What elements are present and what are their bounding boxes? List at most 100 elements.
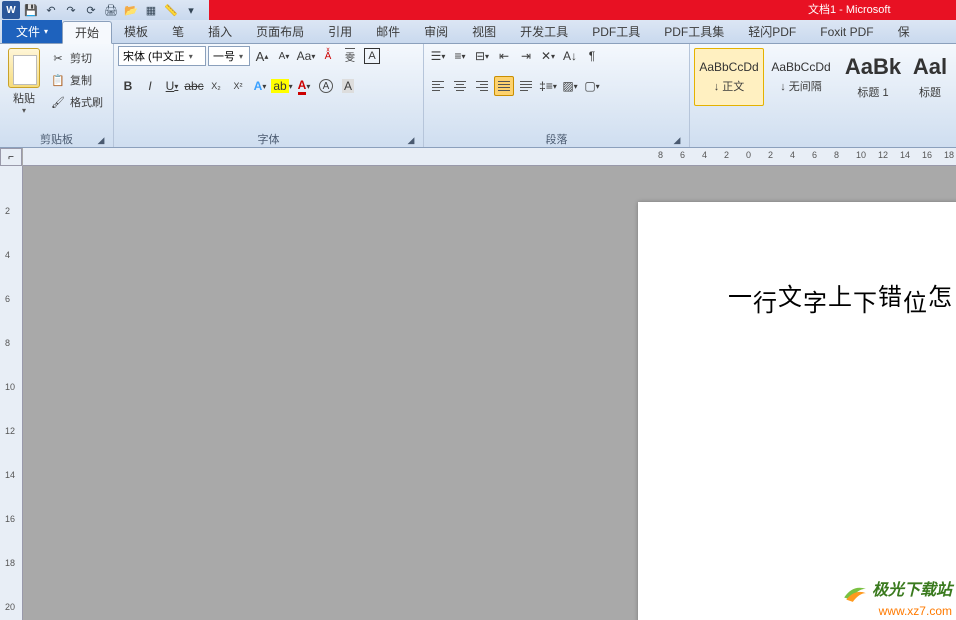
multilevel-list-button[interactable]: ⊟▾ <box>472 46 492 66</box>
undo-icon[interactable]: ↶ <box>42 1 60 19</box>
highlight-button[interactable]: ab▾ <box>272 76 292 96</box>
align-justify-button[interactable] <box>494 76 514 96</box>
save-icon[interactable]: 💾 <box>22 1 40 19</box>
format-painter-icon: 🖌 <box>50 94 66 110</box>
tab-home[interactable]: 开始 <box>62 21 112 44</box>
vertical-ruler[interactable]: 2468101214161820 <box>0 166 23 620</box>
ruler-tick: 16 <box>5 514 15 524</box>
align-left-button[interactable] <box>428 76 448 96</box>
line-spacing-button[interactable]: ‡≡▾ <box>538 76 558 96</box>
tab-pdf-tools[interactable]: PDF工具 <box>580 20 652 43</box>
tab-lightpdf[interactable]: 轻闪PDF <box>736 20 808 43</box>
tab-review[interactable]: 审阅 <box>412 20 460 43</box>
change-case-button[interactable]: Aa▾ <box>296 46 316 66</box>
tab-more[interactable]: 保 <box>886 20 922 43</box>
table-icon[interactable]: ▦ <box>142 1 160 19</box>
cut-button[interactable]: ✂剪切 <box>46 48 107 68</box>
underline-button[interactable]: U▾ <box>162 76 182 96</box>
group-paragraph: ☰▾ ≡▾ ⊟▾ ⇤ ⇥ ✕▾ A↓ ¶ ‡≡▾ ▨▾ <box>424 44 690 147</box>
text-direction-button[interactable]: ✕▾ <box>538 46 558 66</box>
style-name-label: 标题 <box>911 84 949 100</box>
ruler-tick: 12 <box>5 426 15 436</box>
circled-char-button[interactable]: A <box>316 76 336 96</box>
paste-label: 粘贴 <box>13 90 35 106</box>
style-gallery[interactable]: AaBbCcDd ↓ 正文 AaBbCcDd ↓ 无间隔 AaBk 标题 1 A… <box>694 46 950 106</box>
copy-icon: 📋 <box>50 72 66 88</box>
style-no-spacing[interactable]: AaBbCcDd ↓ 无间隔 <box>766 48 836 106</box>
watermark: 极光下载站 www.xz7.com <box>842 576 952 618</box>
style-normal[interactable]: AaBbCcDd ↓ 正文 <box>694 48 764 106</box>
tab-file[interactable]: 文件 <box>2 20 62 43</box>
align-distributed-button[interactable] <box>516 76 536 96</box>
refresh-icon[interactable]: ⟳ <box>82 1 100 19</box>
redo-icon[interactable]: ↷ <box>62 1 80 19</box>
copy-label: 复制 <box>70 72 92 88</box>
tab-insert[interactable]: 插入 <box>196 20 244 43</box>
horizontal-ruler[interactable]: 86420246810121416182022 <box>23 148 956 166</box>
tab-pdf-toolkit[interactable]: PDF工具集 <box>652 20 736 43</box>
watermark-text-2: www.xz7.com <box>842 604 952 618</box>
font-color-button[interactable]: A▾ <box>294 76 314 96</box>
style-heading-1[interactable]: AaBk 标题 1 <box>838 48 908 106</box>
show-marks-button[interactable]: ¶ <box>582 46 602 66</box>
page[interactable]: 一行文字上下错位怎 <box>638 202 956 620</box>
clipboard-dialog-launcher[interactable]: ◢ <box>95 134 107 146</box>
style-title[interactable]: Aal 标题 <box>910 48 950 106</box>
qat-more-icon[interactable]: ▾ <box>182 1 200 19</box>
font-size-combo[interactable]: 一号▾ <box>208 46 250 66</box>
increase-indent-button[interactable]: ⇥ <box>516 46 536 66</box>
sort-button[interactable]: A↓ <box>560 46 580 66</box>
align-center-button[interactable] <box>450 76 470 96</box>
ruler-tick: 4 <box>790 150 795 160</box>
clear-formatting-button[interactable]: Aͯ <box>318 46 338 66</box>
paste-button[interactable]: 粘贴 ▾ <box>4 46 44 115</box>
character-shading-button[interactable]: A <box>338 76 358 96</box>
ruler-tick: 6 <box>5 294 10 304</box>
format-painter-button[interactable]: 🖌格式刷 <box>46 92 107 112</box>
subscript-button[interactable]: X₂ <box>206 76 226 96</box>
shading-button[interactable]: ▨▾ <box>560 76 580 96</box>
strikethrough-button[interactable]: abc <box>184 76 204 96</box>
print-preview-icon[interactable]: 🖨 <box>102 1 120 19</box>
tab-pen[interactable]: 笔 <box>160 20 196 43</box>
numbering-button[interactable]: ≡▾ <box>450 46 470 66</box>
style-name-label: ↓ 正文 <box>695 78 763 94</box>
tab-references[interactable]: 引用 <box>316 20 364 43</box>
document-area: ⌐ 86420246810121416182022 24681012141618… <box>0 148 956 620</box>
decrease-indent-button[interactable]: ⇤ <box>494 46 514 66</box>
tab-view[interactable]: 视图 <box>460 20 508 43</box>
align-right-button[interactable] <box>472 76 492 96</box>
tab-templates[interactable]: 模板 <box>112 20 160 43</box>
ruler-tick: 2 <box>724 150 729 160</box>
document-text[interactable]: 一行文字上下错位怎 <box>728 280 953 315</box>
tab-selector[interactable]: ⌐ <box>0 148 22 166</box>
tab-foxit-pdf[interactable]: Foxit PDF <box>808 20 885 43</box>
bullets-button[interactable]: ☰▾ <box>428 46 448 66</box>
font-name-combo[interactable]: 宋体 (中文正▾ <box>118 46 206 66</box>
ribbon: 粘贴 ▾ ✂剪切 📋复制 🖌格式刷 剪贴板◢ 宋体 (中文正▾ 一号▾ A▴ A… <box>0 44 956 148</box>
open-icon[interactable]: 📂 <box>122 1 140 19</box>
shrink-font-button[interactable]: A▾ <box>274 46 294 66</box>
copy-button[interactable]: 📋复制 <box>46 70 107 90</box>
ruler-tick: 2 <box>768 150 773 160</box>
paste-icon <box>8 48 40 88</box>
ruler-icon[interactable]: 📏 <box>162 1 180 19</box>
style-name-label: ↓ 无间隔 <box>767 78 835 94</box>
character-border-button[interactable]: A <box>362 46 382 66</box>
paragraph-dialog-launcher[interactable]: ◢ <box>671 134 683 146</box>
tab-page-layout[interactable]: 页面布局 <box>244 20 316 43</box>
group-clipboard: 粘贴 ▾ ✂剪切 📋复制 🖌格式刷 剪贴板◢ <box>0 44 114 147</box>
tab-developer[interactable]: 开发工具 <box>508 20 580 43</box>
superscript-button[interactable]: X² <box>228 76 248 96</box>
style-preview: Aal <box>911 54 949 80</box>
italic-button[interactable]: I <box>140 76 160 96</box>
font-dialog-launcher[interactable]: ◢ <box>405 134 417 146</box>
bold-button[interactable]: B <box>118 76 138 96</box>
tab-mailings[interactable]: 邮件 <box>364 20 412 43</box>
ruler-tick: 6 <box>680 150 685 160</box>
phonetic-guide-button[interactable]: 雯 <box>340 46 360 66</box>
text-effects-button[interactable]: A▾ <box>250 76 270 96</box>
ruler-tick: 14 <box>5 470 15 480</box>
grow-font-button[interactable]: A▴ <box>252 46 272 66</box>
borders-button[interactable]: ▢▾ <box>582 76 602 96</box>
